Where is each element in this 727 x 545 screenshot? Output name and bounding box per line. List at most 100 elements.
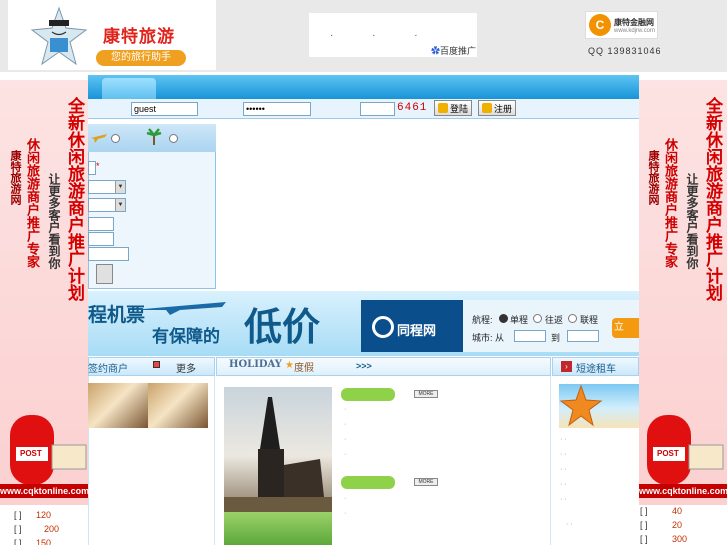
holiday-tag-2[interactable] [341, 476, 395, 489]
holiday-more-arrows[interactable]: >>> [356, 361, 372, 371]
right-list-num: 300 [672, 534, 688, 544]
left-list-row[interactable]: [ ] 120 [14, 510, 51, 520]
left-ad-url[interactable]: www.cqktonline.com [0, 484, 89, 498]
right-list-bracket: [ ] [640, 534, 648, 544]
register-button[interactable]: 注册 [478, 100, 517, 116]
booking-field-4[interactable] [88, 247, 129, 261]
left-list-num: 150 [36, 538, 52, 545]
left-post-label: POST [20, 449, 42, 458]
trip-label: 航程: [472, 315, 493, 325]
merchants-title: 签约商户 [88, 364, 128, 375]
register-button-label: 注册 [494, 103, 513, 114]
airplane-icon [132, 302, 226, 315]
left-ad-big-text: 全新休闲旅游商户推广计划 [64, 97, 84, 301]
right-ad-big-text: 全新休闲旅游商户推广计划 [702, 97, 722, 301]
flight-search-button[interactable]: 立 [612, 318, 639, 338]
chevron-down-icon: ▼ [115, 181, 125, 193]
star-icon: ★ [285, 360, 294, 371]
starfish-photo[interactable] [559, 384, 639, 428]
login-button[interactable]: 登陆 [434, 100, 473, 116]
password-input[interactable] [243, 102, 311, 116]
right-ad-url[interactable]: www.cqktonline.com [639, 484, 727, 498]
holiday-title-cn: 度假 [294, 363, 314, 374]
tongcheng-brand: 同程网 [397, 323, 437, 338]
radio-oneway[interactable] [499, 314, 508, 323]
option-roundtrip: 往返 [545, 315, 564, 325]
user-icon [482, 103, 492, 113]
right-ad-small-text: 康特旅游网 [647, 150, 660, 205]
rental-list-dot: · · [560, 481, 567, 488]
starfish-icon [559, 384, 603, 427]
left-list-num: 120 [36, 510, 52, 520]
ad-placeholder-dots: · · · [330, 30, 436, 41]
right-ad-sub-text: 让更多客户看到你 [685, 173, 699, 269]
username-input[interactable] [131, 102, 198, 116]
church-photo[interactable] [224, 387, 332, 512]
palm-tree-icon [146, 128, 162, 145]
qq-contact: QQ 139831046 [588, 46, 662, 56]
partner-logo-icon: C [589, 14, 611, 36]
login-button-label: 登陆 [450, 103, 469, 114]
captcha-code: 6461 [397, 102, 428, 114]
from-city-input[interactable] [514, 330, 546, 342]
booking-submit-button[interactable] [96, 264, 113, 284]
rental-list-dot: · · [560, 496, 567, 503]
holiday-list-dot: · [344, 495, 347, 502]
baidu-promo-link[interactable]: ✿百度推广 [431, 44, 476, 57]
right-list-row[interactable]: [ ] 20 [640, 520, 682, 530]
key-icon [438, 103, 448, 113]
holiday-list-dot: · [344, 436, 347, 443]
right-list-row[interactable]: [ ] 300 [640, 534, 687, 544]
holiday-more-button-1[interactable]: MORE [414, 390, 438, 398]
option-multi: 联程 [580, 315, 599, 325]
to-city-input[interactable] [567, 330, 599, 342]
radio-holiday[interactable] [169, 134, 178, 143]
holiday-tag-1[interactable] [341, 388, 395, 401]
chevron-down-icon: ▼ [115, 199, 125, 211]
radio-multi[interactable] [568, 314, 577, 323]
holiday-photo-2[interactable] [224, 512, 332, 545]
required-mark: * [96, 161, 100, 171]
booking-select-2[interactable]: ▼ [88, 198, 126, 212]
right-list-bracket: [ ] [640, 506, 648, 516]
booking-field-2[interactable] [88, 217, 114, 231]
holiday-title-en: HOLIDAY [229, 359, 282, 370]
right-ad-mid-text: 休闲旅游商户推广专家 [662, 138, 677, 268]
banner-big-text: 低价 [244, 305, 321, 349]
merchants-more-link[interactable]: 更多 [176, 360, 196, 375]
right-list-row[interactable]: [ ] 40 [640, 506, 682, 516]
rental-list-dot: · · [560, 466, 567, 473]
right-list-num: 40 [672, 506, 683, 516]
left-list-bracket: [ ] [14, 538, 22, 545]
banner-text-2: 有保障的 [152, 327, 220, 347]
radio-flight[interactable] [111, 134, 120, 143]
rental-list-dot: · · [560, 451, 567, 458]
left-list-num: 200 [44, 524, 60, 534]
holiday-list-dot: · [344, 510, 347, 517]
arrow-right-icon: › [561, 361, 572, 372]
nav-tab-active[interactable] [102, 78, 156, 99]
left-list-row[interactable]: [ ] 150 [14, 538, 51, 545]
more-icon [153, 361, 160, 368]
booking-field-1[interactable] [88, 161, 96, 175]
left-list-bracket: [ ] [14, 524, 22, 534]
holiday-list-dot: · [344, 421, 347, 428]
main-nav-bar [88, 75, 639, 99]
right-list-num: 20 [672, 520, 683, 530]
baidu-label: 百度推广 [440, 46, 477, 56]
booking-select-1[interactable]: ▼ [88, 180, 126, 194]
left-list-row[interactable]: [ ] 200 [14, 524, 59, 534]
tongcheng-logo-icon [372, 316, 394, 338]
left-ad-mid-text: 休闲旅游商户推广专家 [24, 138, 39, 268]
hotel-room-photo-1[interactable] [88, 383, 148, 428]
radio-roundtrip[interactable] [533, 314, 542, 323]
holiday-more-button-2[interactable]: MORE [414, 478, 438, 486]
site-slogan: 您的旅行助手 [96, 50, 186, 66]
captcha-input[interactable] [360, 102, 395, 116]
booking-field-3[interactable] [88, 232, 114, 246]
hotel-room-photo-2[interactable] [148, 383, 208, 428]
plane-icon [91, 134, 107, 143]
holiday-list-dot: · [344, 406, 347, 413]
right-post-label: POST [657, 449, 679, 458]
holiday-list-dot: · [344, 451, 347, 458]
